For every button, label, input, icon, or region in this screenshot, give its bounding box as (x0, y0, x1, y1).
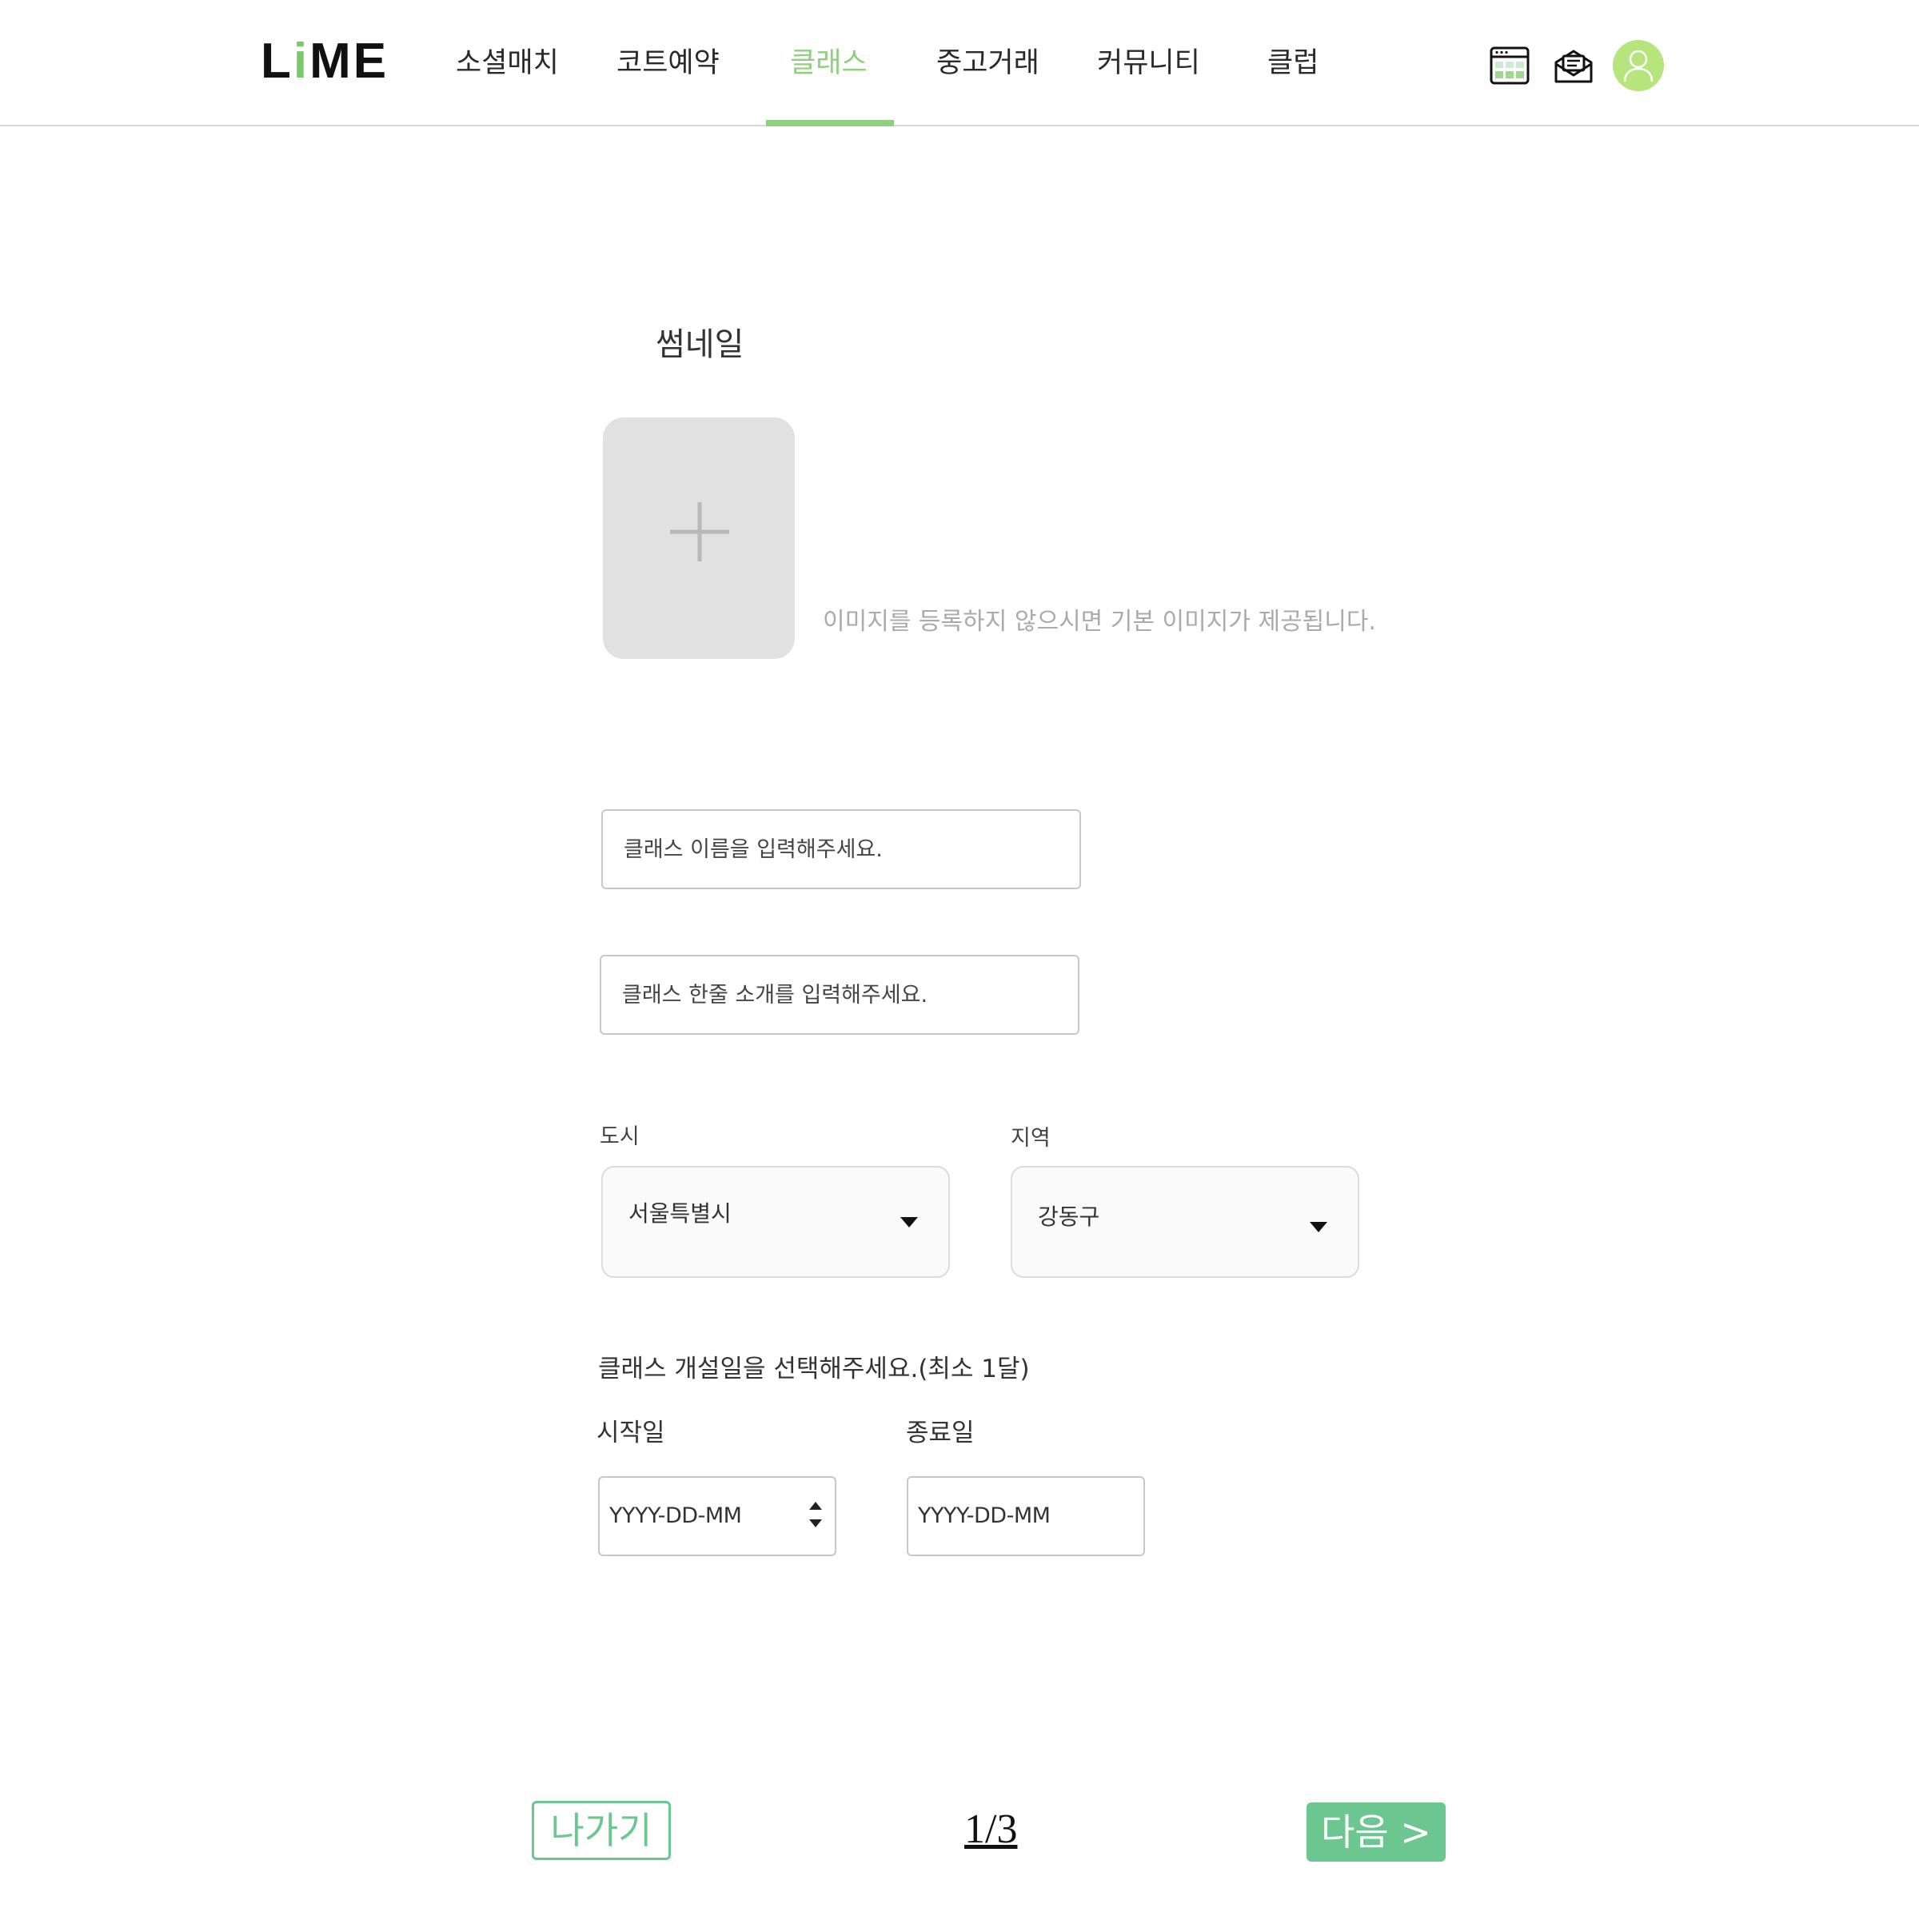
period-prompt: 클래스 개설일을 선택해주세요.(최소 1달) (598, 1355, 1030, 1383)
thumbnail-upload-button[interactable] (603, 417, 795, 659)
district-selected-value: 강동구 (1038, 1204, 1100, 1230)
plus-icon (670, 502, 729, 561)
lime-logo[interactable]: LiME (261, 34, 389, 90)
page-indicator: 1/3 (964, 1806, 1018, 1852)
city-label: 도시 (600, 1124, 640, 1149)
city-select[interactable]: 서울특별시 (601, 1166, 950, 1278)
user-avatar-icon[interactable] (1613, 40, 1664, 91)
active-tab-indicator (766, 120, 894, 126)
nav-tab-community[interactable]: 커뮤니티 (1097, 42, 1200, 85)
start-date-input[interactable]: YYYY-DD-MM (598, 1476, 836, 1556)
start-date-label: 시작일 (596, 1419, 665, 1447)
nav-tab-used-market[interactable]: 중고거래 (936, 42, 1039, 85)
city-selected-value: 서울특별시 (628, 1200, 732, 1227)
nav-tab-court-reservation[interactable]: 코트예약 (616, 42, 720, 85)
district-label: 지역 (1011, 1126, 1051, 1151)
logo-letter-i: i (293, 34, 310, 89)
logo-letters-me: ME (309, 34, 389, 89)
mail-icon[interactable] (1553, 45, 1594, 86)
start-date-value: YYYY-DD-MM (609, 1503, 742, 1528)
top-header: LiME 소셜매치 코트예약 클래스 중고거래 커뮤니티 클럽 (0, 0, 1919, 126)
end-date-input[interactable]: YYYY-DD-MM (907, 1476, 1145, 1556)
date-spinner[interactable] (809, 1502, 824, 1534)
district-select[interactable]: 강동구 (1011, 1166, 1359, 1278)
spin-down-icon[interactable] (809, 1519, 822, 1527)
thumbnail-hint: 이미지를 등록하지 않으시면 기본 이미지가 제공됩니다. (823, 608, 1377, 636)
end-date-label: 종료일 (906, 1419, 975, 1447)
nav-tab-club[interactable]: 클럽 (1267, 42, 1319, 85)
chevron-down-icon (1310, 1222, 1327, 1232)
chevron-down-icon (900, 1217, 918, 1227)
nav-tab-social-match[interactable]: 소셜매치 (456, 42, 559, 85)
class-name-input[interactable] (601, 809, 1081, 889)
logo-letter-l: L (261, 34, 293, 89)
end-date-value: YYYY-DD-MM (918, 1503, 1051, 1528)
thumbnail-label: 썸네일 (656, 326, 744, 363)
calendar-icon[interactable] (1489, 45, 1530, 86)
next-button[interactable]: 다음 > (1307, 1802, 1446, 1862)
spin-up-icon[interactable] (809, 1502, 822, 1510)
exit-button[interactable]: 나가기 (532, 1801, 671, 1860)
nav-tab-class[interactable]: 클래스 (790, 42, 868, 85)
class-intro-input[interactable] (600, 955, 1079, 1035)
